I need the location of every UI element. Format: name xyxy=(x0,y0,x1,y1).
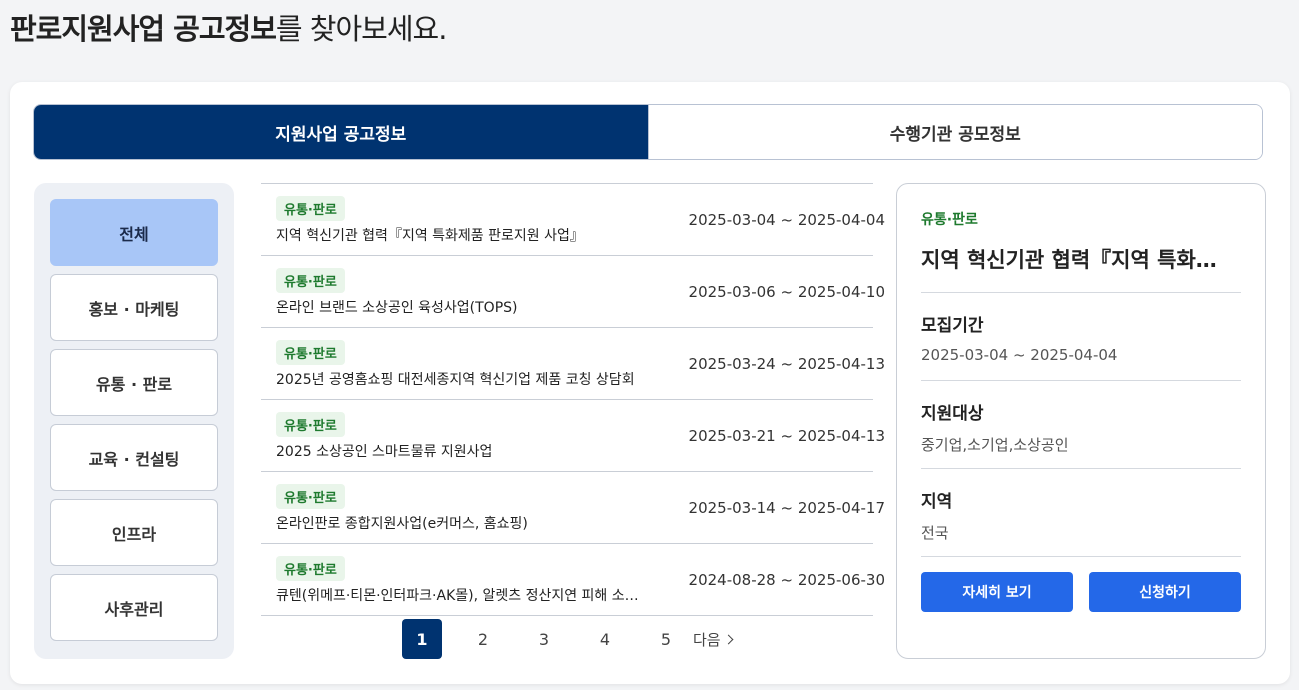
announcement-title[interactable]: 2025년 공영홈쇼핑 대전세종지역 혁신기업 제품 코칭 상담회 xyxy=(276,369,666,389)
divider xyxy=(921,556,1241,557)
category-badge: 유통·판로 xyxy=(276,196,345,221)
headline-rest: 를 찾아보세요. xyxy=(275,12,448,46)
announcement-title[interactable]: 2025 소상공인 스마트물류 지원사업 xyxy=(276,441,666,461)
announcement-period: 2024-08-28 ~ 2025-06-30 xyxy=(688,571,885,589)
page-button-4[interactable]: 4 xyxy=(585,619,625,659)
announcement-period: 2025-03-04 ~ 2025-04-04 xyxy=(688,211,885,229)
category-panel: 전체 홍보 · 마케팅 유통 · 판로 교육 · 컨설팅 인프라 사후관리 xyxy=(34,183,234,659)
tab-agency-recruitment[interactable]: 수행기관 공모정보 xyxy=(647,105,1262,159)
announcement-list: 유통·판로 지역 혁신기관 협력『지역 특화제품 판로지원 사업』 2025-0… xyxy=(261,183,885,616)
page-button-5[interactable]: 5 xyxy=(646,619,686,659)
category-distribution[interactable]: 유통 · 판로 xyxy=(50,349,218,416)
category-marketing[interactable]: 홍보 · 마케팅 xyxy=(50,274,218,341)
category-badge: 유통·판로 xyxy=(276,556,345,581)
tab-support-announcements[interactable]: 지원사업 공고정보 xyxy=(34,105,648,159)
category-aftercare[interactable]: 사후관리 xyxy=(50,574,218,641)
divider xyxy=(921,380,1241,381)
divider xyxy=(921,292,1241,293)
detail-title: 지역 혁신기관 협력『지역 특화제품 판로지원 사업』 xyxy=(921,248,1221,272)
page-headline: 판로지원사업 공고정보를 찾아보세요. xyxy=(10,6,448,48)
list-item[interactable]: 유통·판로 지역 혁신기관 협력『지역 특화제품 판로지원 사업』 2025-0… xyxy=(261,184,885,256)
list-item[interactable]: 유통·판로 2025 소상공인 스마트물류 지원사업 2025-03-21 ~ … xyxy=(261,400,885,472)
announcement-title[interactable]: 큐텐(위메프·티몬·인터파크·AK몰), 알렛츠 정산지연 피해 소… xyxy=(276,585,666,605)
next-page-label: 다음 xyxy=(693,630,721,649)
category-badge: 유통·판로 xyxy=(276,340,345,365)
announcement-period: 2025-03-21 ~ 2025-04-13 xyxy=(688,427,885,445)
announcement-title[interactable]: 지역 혁신기관 협력『지역 특화제품 판로지원 사업』 xyxy=(276,225,666,245)
target-value: 중기업,소기업,소상공인 xyxy=(921,436,1069,454)
category-infrastructure[interactable]: 인프라 xyxy=(50,499,218,566)
announcement-period: 2025-03-14 ~ 2025-04-17 xyxy=(688,499,885,517)
announcement-period: 2025-03-24 ~ 2025-04-13 xyxy=(688,355,885,373)
tab-bar: 지원사업 공고정보 수행기관 공모정보 xyxy=(33,104,1263,160)
next-page-button[interactable]: 다음 xyxy=(693,629,734,650)
pagination: 1 2 3 4 5 다음 xyxy=(402,619,734,659)
list-item[interactable]: 유통·판로 2025년 공영홈쇼핑 대전세종지역 혁신기업 제품 코칭 상담회 … xyxy=(261,328,885,400)
list-item[interactable]: 유통·판로 온라인 브랜드 소상공인 육성사업(TOPS) 2025-03-06… xyxy=(261,256,885,328)
region-value: 전국 xyxy=(921,524,949,542)
list-item[interactable]: 유통·판로 온라인판로 종합지원사업(e커머스, 홈쇼핑) 2025-03-14… xyxy=(261,472,885,544)
announcement-period: 2025-03-06 ~ 2025-04-10 xyxy=(688,283,885,301)
divider xyxy=(921,468,1241,469)
category-badge: 유통·판로 xyxy=(276,412,345,437)
list-item[interactable]: 유통·판로 큐텐(위메프·티몬·인터파크·AK몰), 알렛츠 정산지연 피해 소… xyxy=(261,544,885,616)
detail-panel: 유통·판로 지역 혁신기관 협력『지역 특화제품 판로지원 사업』 모집기간 2… xyxy=(896,183,1266,659)
category-all[interactable]: 전체 xyxy=(50,199,218,266)
region-label: 지역 xyxy=(921,492,953,512)
category-badge: 유통·판로 xyxy=(276,484,345,509)
page-button-3[interactable]: 3 xyxy=(524,619,564,659)
view-details-button[interactable]: 자세히 보기 xyxy=(921,572,1073,612)
target-label: 지원대상 xyxy=(921,404,984,424)
period-label: 모집기간 xyxy=(921,316,984,336)
period-value: 2025-03-04 ~ 2025-04-04 xyxy=(921,346,1118,364)
chevron-right-icon xyxy=(723,634,734,644)
headline-strong: 판로지원사업 공고정보 xyxy=(10,12,277,46)
category-badge: 유통·판로 xyxy=(276,268,345,293)
category-consulting[interactable]: 교육 · 컨설팅 xyxy=(50,424,218,491)
page-button-2[interactable]: 2 xyxy=(463,619,503,659)
detail-category-badge: 유통·판로 xyxy=(921,212,978,228)
announcement-title[interactable]: 온라인판로 종합지원사업(e커머스, 홈쇼핑) xyxy=(276,513,666,533)
announcement-card: 지원사업 공고정보 수행기관 공모정보 전체 홍보 · 마케팅 유통 · 판로 … xyxy=(10,82,1290,684)
announcement-title[interactable]: 온라인 브랜드 소상공인 육성사업(TOPS) xyxy=(276,297,666,317)
apply-button[interactable]: 신청하기 xyxy=(1089,572,1241,612)
page-button-1[interactable]: 1 xyxy=(402,619,442,659)
